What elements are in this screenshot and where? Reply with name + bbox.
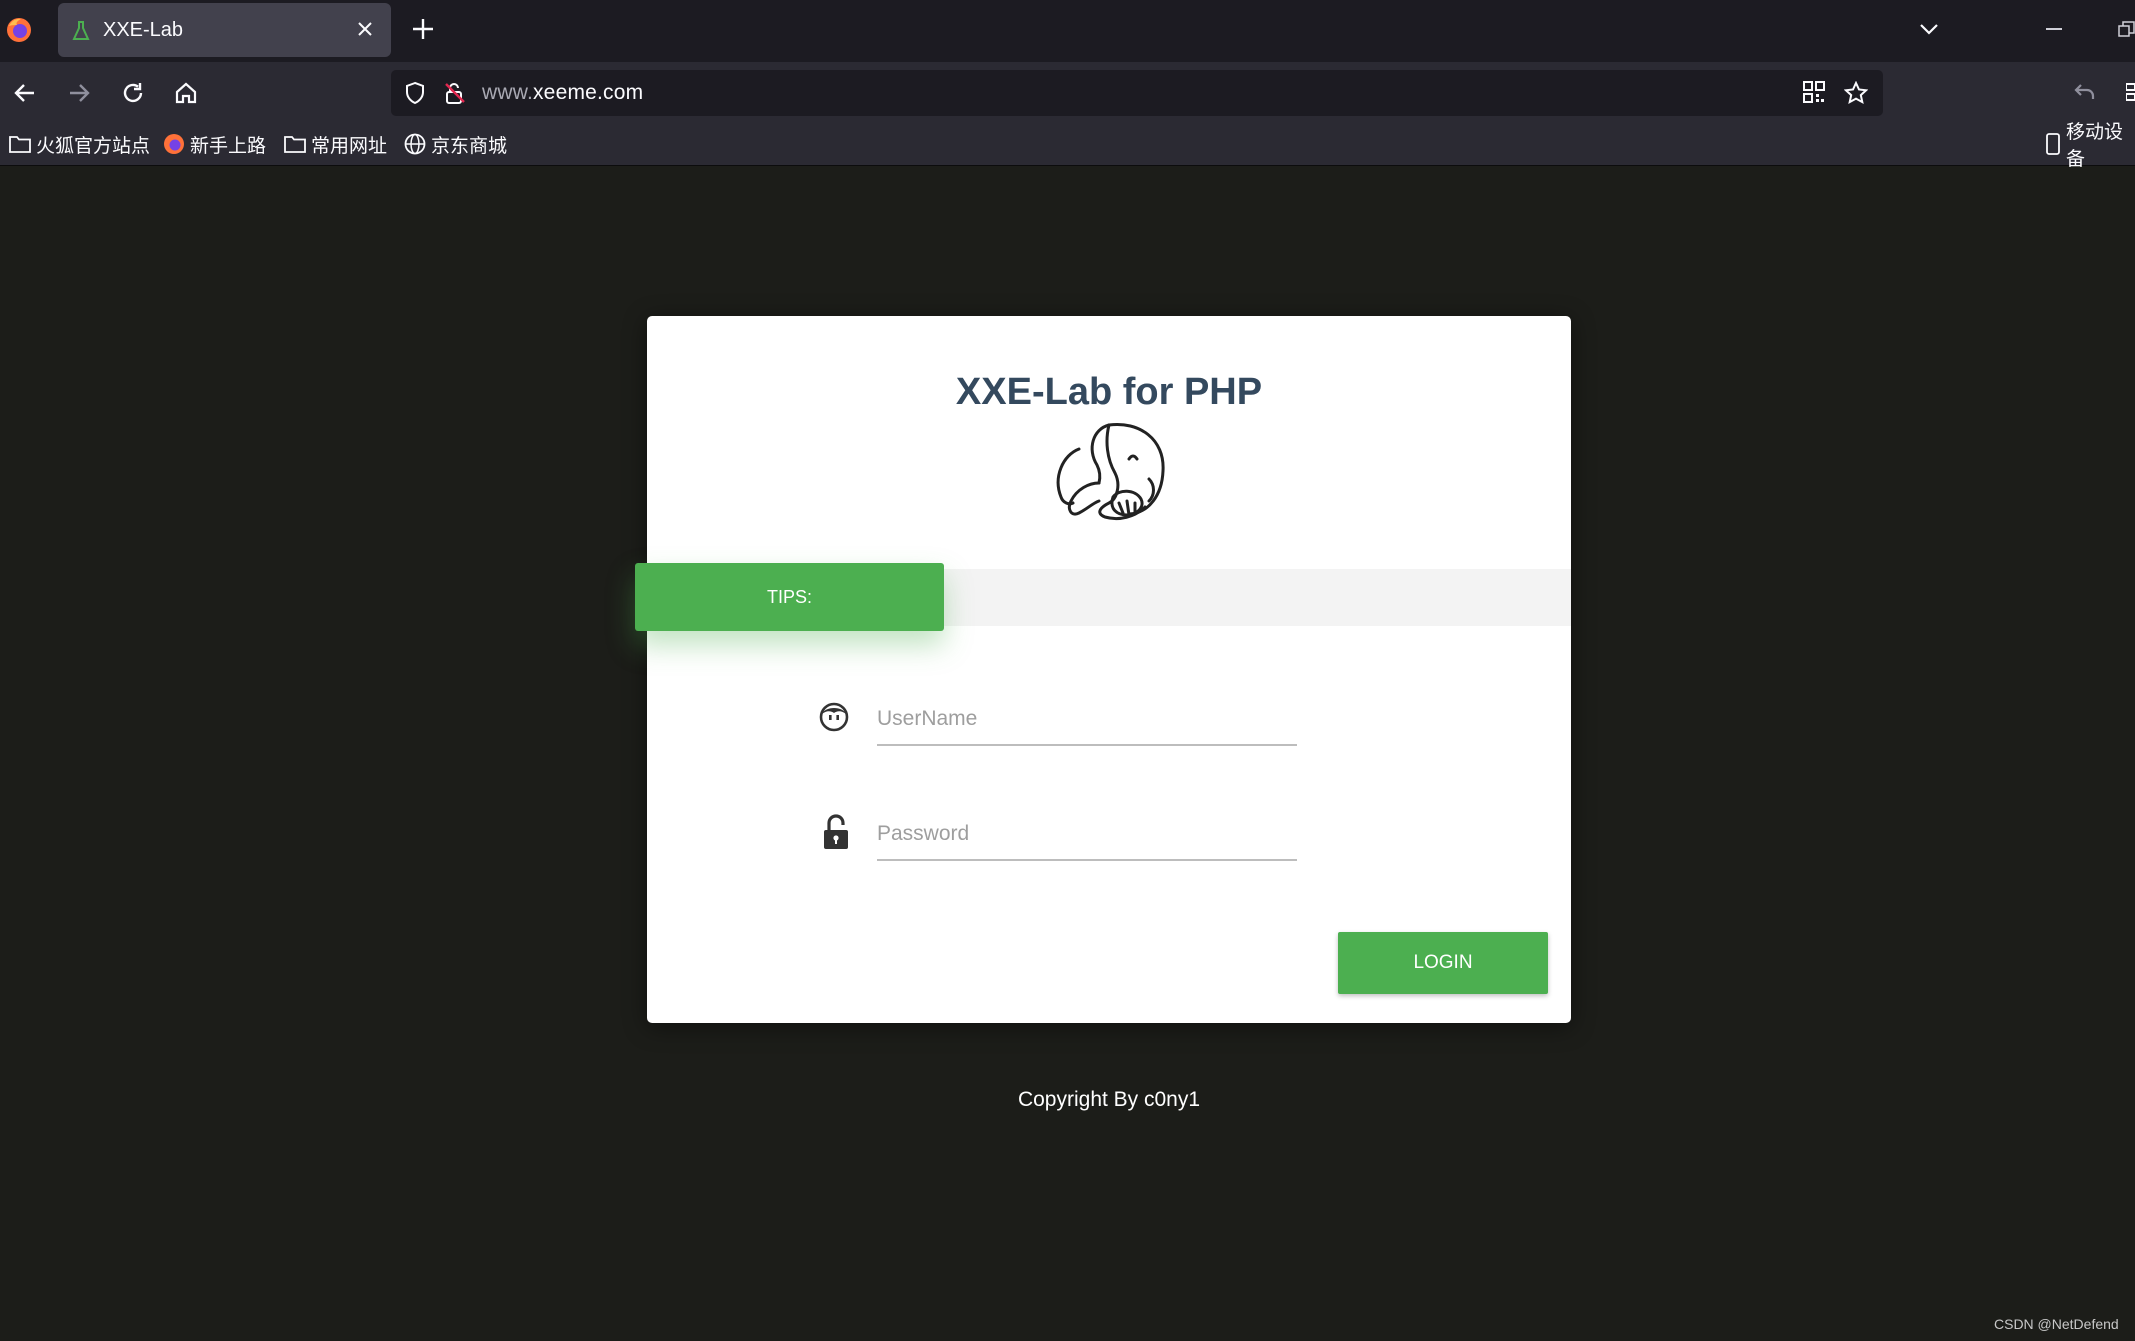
folder-icon	[284, 135, 311, 153]
home-icon[interactable]	[173, 80, 199, 106]
address-bar[interactable]: www.xeeme.com	[391, 70, 1883, 116]
page-title: XXE-Lab for PHP	[955, 371, 1263, 413]
insecure-lock-icon[interactable]	[443, 81, 467, 105]
close-tab-icon[interactable]	[358, 22, 372, 36]
list-all-tabs-icon[interactable]	[1918, 18, 1940, 40]
bookmark-star-icon[interactable]	[1844, 81, 1868, 105]
bookmark-label: 京东商城	[431, 134, 508, 157]
username-input[interactable]	[877, 702, 1287, 736]
firefox-menu-icon[interactable]	[5, 16, 33, 44]
overflow-menu-icon[interactable]	[2126, 80, 2135, 104]
copyright-text: Copyright By c0ny1	[1017, 1088, 1201, 1111]
bookmarks-toolbar: 火狐官方站点 新手上路 常用网址 京东商城 移动设备	[0, 121, 2135, 170]
bookmark-label: 新手上路	[190, 134, 267, 157]
watermark-text: CSDN @NetDefend	[1994, 1316, 2119, 1332]
login-card: XXE-Lab for PHP TIPS: UserName LOGIN	[635, 316, 1571, 1023]
user-face-icon	[819, 702, 849, 732]
bookmark-jd-mall[interactable]: 京东商城	[404, 132, 508, 157]
navigation-toolbar: www.xeeme.com	[0, 62, 2135, 124]
php-elephant-logo	[1049, 419, 1169, 521]
flask-icon	[71, 20, 91, 42]
new-tab-button[interactable]	[410, 16, 436, 42]
username-field[interactable]	[877, 694, 1297, 746]
minimize-window-icon[interactable]	[2046, 28, 2062, 30]
bookmark-getting-started[interactable]: 新手上路	[163, 132, 267, 157]
globe-icon	[404, 133, 431, 155]
reload-icon[interactable]	[120, 80, 146, 106]
bookmark-label: 常用网址	[311, 134, 388, 157]
tab-xxe-lab[interactable]: XXE-Lab	[58, 3, 391, 57]
bookmark-label: 火狐官方站点	[36, 134, 151, 157]
login-button[interactable]: LOGIN	[1338, 932, 1548, 994]
bookmark-label: 移动设备	[2066, 121, 2124, 170]
restore-window-icon[interactable]	[2118, 21, 2135, 38]
tab-title: XXE-Lab	[103, 19, 184, 41]
back-icon[interactable]	[12, 80, 38, 106]
password-field[interactable]	[877, 809, 1297, 861]
bookmark-mobile-devices[interactable]: 移动设备	[2045, 121, 2135, 170]
bookmark-common-sites[interactable]: 常用网址	[284, 132, 388, 157]
unlocked-padlock-icon	[823, 814, 849, 850]
tips-button[interactable]: TIPS:	[635, 563, 944, 631]
folder-icon	[9, 135, 36, 153]
tab-bar: XXE-Lab	[0, 0, 2135, 62]
undo-icon[interactable]	[2073, 80, 2097, 104]
bookmark-firefox-official[interactable]: 火狐官方站点	[9, 132, 151, 157]
password-input[interactable]	[877, 817, 1287, 851]
url-text[interactable]: www.xeeme.com	[482, 81, 643, 105]
tracking-protection-shield-icon[interactable]	[403, 81, 427, 105]
qr-code-icon[interactable]	[1803, 81, 1825, 103]
mobile-device-icon	[2045, 133, 2066, 155]
forward-icon[interactable]	[66, 80, 92, 106]
firefox-icon	[163, 133, 190, 155]
